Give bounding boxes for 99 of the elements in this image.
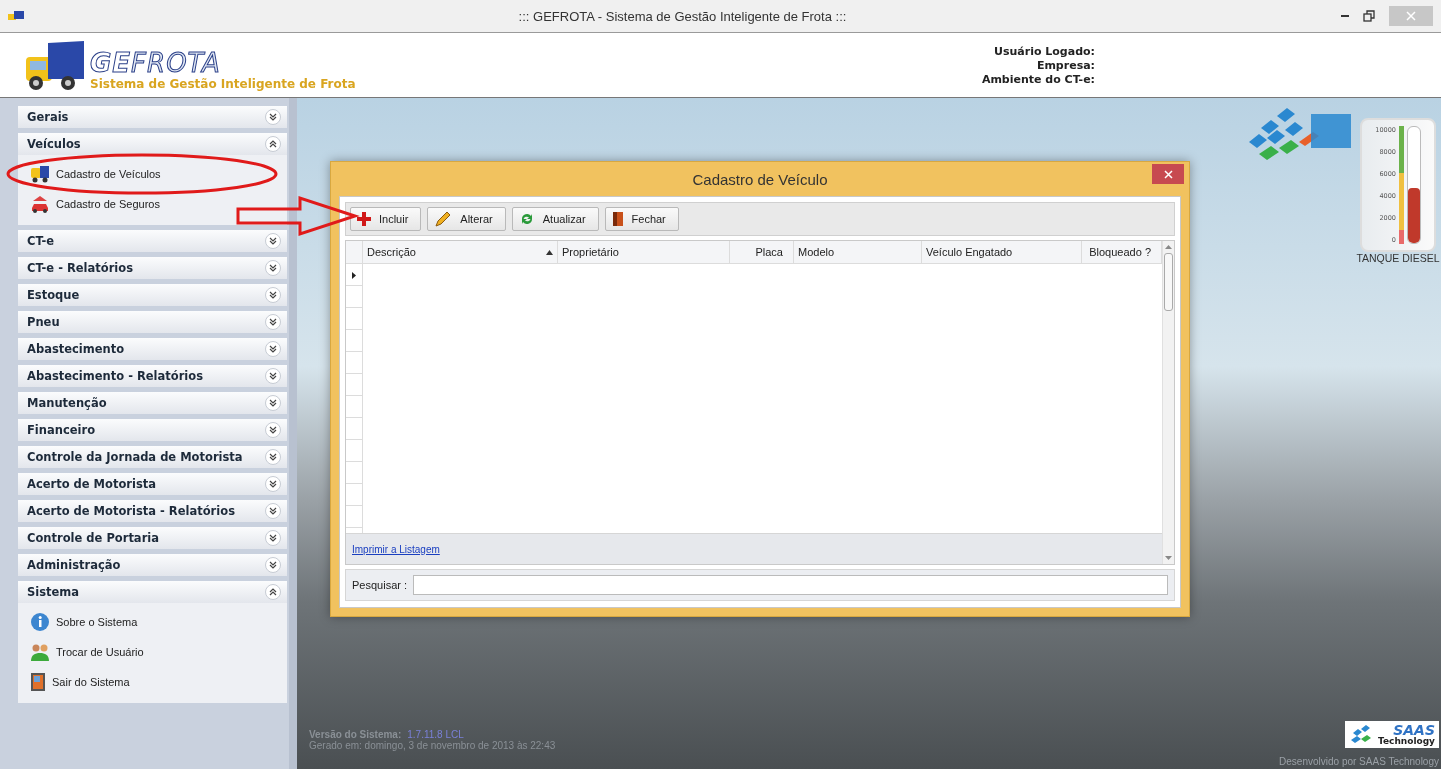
sort-ascending-icon [546,249,553,255]
dialog-title: Cadastro de Veículo [692,170,828,188]
sidebar-item[interactable]: Cadastro de Seguros [56,198,160,210]
column-header[interactable]: Proprietário [558,241,730,263]
credit-text: Desenvolvido por SAAS Technology [1279,756,1439,767]
scrollbar-thumb[interactable] [1164,253,1173,311]
restore-icon [1363,10,1375,22]
expand-icon[interactable] [269,372,277,380]
collapse-icon[interactable] [269,140,277,148]
scroll-up-icon[interactable] [1165,245,1172,249]
sidebar-group-header[interactable]: Acerto de Motorista [18,473,287,495]
toolbar-button[interactable]: Atualizar [511,207,599,231]
plus-icon [357,212,371,226]
expand-icon[interactable] [269,426,277,434]
group-label: Gerais [27,110,69,124]
expand-icon[interactable] [269,237,277,245]
expand-icon[interactable] [269,561,277,569]
column-header[interactable]: Descrição [363,241,558,263]
column-header[interactable]: Veículo Engatado [922,241,1082,263]
sidebar-group-header[interactable]: Abastecimento - Relatórios [18,365,287,387]
group-label: Controle da Jornada de Motorista [27,450,243,464]
group-label: Acerto de Motorista [27,477,157,491]
close-icon [1406,11,1416,21]
sidebar-group-header[interactable]: CT-e - Relatórios [18,257,287,279]
company-logo: SAAS Technology [1345,721,1439,748]
sidebar-group-header[interactable]: Veículos [18,133,287,155]
sidebar-group-header[interactable]: Financeiro [18,419,287,441]
sidebar-group-header[interactable]: Gerais [18,106,287,128]
group-label: Pneu [27,315,60,329]
search-label: Pesquisar : [352,579,408,591]
logo-wordmark: GEFROTA [90,49,222,77]
group-label: Estoque [27,288,80,302]
current-row-icon [352,271,356,279]
toolbar-button[interactable]: Incluir [350,207,422,231]
sidebar-group-header[interactable]: Controle de Portaria [18,527,287,549]
expand-icon[interactable] [269,399,277,407]
sidebar-group-header[interactable]: Manutenção [18,392,287,414]
group-label: Financeiro [27,423,96,437]
group-label: CT-e - Relatórios [27,261,134,275]
toolbar-button[interactable]: Alterar [427,207,506,231]
dialog-close-button[interactable] [1152,164,1184,184]
version-label: Versão do Sistema: [309,729,402,740]
users-icon [30,642,50,662]
sidebar-group-header[interactable]: CT-e [18,230,287,252]
sidebar-item[interactable]: Cadastro de Veículos [56,168,161,180]
expand-icon[interactable] [269,345,277,353]
group-label: Administração [27,558,121,572]
print-link[interactable]: Imprimir a Listagem [352,543,440,555]
window-title: ::: GEFROTA - Sistema de Gestão Inteligente de Frota ::: [518,8,847,24]
door-icon [611,211,624,227]
group-label: Sistema [27,585,80,599]
expand-icon[interactable] [269,291,277,299]
minimize-icon [1341,15,1349,17]
gauge-label: TANQUE DIESEL [1356,252,1440,264]
expand-icon[interactable] [269,480,277,488]
expand-icon[interactable] [269,534,277,542]
group-label: Abastecimento - Relatórios [27,369,204,383]
pencil-icon [434,210,453,228]
column-header[interactable]: Modelo [794,241,922,263]
version-number: 1.7.11.8 LCL [407,729,464,740]
user-info-label: Empresa: [1036,58,1095,72]
scroll-down-icon[interactable] [1165,556,1172,560]
sidebar-group-header[interactable]: Pneu [18,311,287,333]
sidebar-group-header[interactable]: Administração [18,554,287,576]
sidebar-group-header[interactable]: Controle da Jornada de Motorista [18,446,287,468]
search-field[interactable] [413,575,1168,595]
toolbar-button[interactable]: Fechar [604,207,679,231]
app-icon [8,11,24,21]
group-label: Manutenção [27,396,107,410]
car-icon [30,194,50,214]
exit-door-icon [30,672,46,692]
sidebar-item[interactable]: Trocar de Usuário [56,646,144,658]
group-label: CT-e [27,234,55,248]
expand-icon[interactable] [269,264,277,272]
group-label: Abastecimento [27,342,125,356]
restore-button[interactable] [1363,10,1375,22]
close-icon [1163,169,1173,179]
group-label: Acerto de Motorista - Relatórios [27,504,235,518]
sidebar-item[interactable]: Sobre o Sistema [56,616,138,628]
group-label: Veículos [27,137,81,151]
sidebar-group-header[interactable]: Estoque [18,284,287,306]
user-info-label: Usuário Logado: [994,44,1095,58]
expand-icon[interactable] [269,318,277,326]
sidebar-group-header[interactable]: Sistema [18,581,287,603]
group-label: Controle de Portaria [27,531,159,545]
info-icon [30,612,50,632]
expand-icon[interactable] [269,507,277,515]
truck-logo-icon [24,39,86,91]
sidebar-group-header[interactable]: Acerto de Motorista - Relatórios [18,500,287,522]
expand-icon[interactable] [269,113,277,121]
logo-subtitle: Sistema de Gestão Inteligente de Frota [90,77,356,91]
sidebar-group-header[interactable]: Abastecimento [18,338,287,360]
vertical-scrollbar[interactable] [1162,241,1174,564]
sidebar-item[interactable]: Sair do Sistema [52,676,130,688]
truck-icon [30,165,50,183]
user-info-label: Ambiente do CT-e: [981,72,1095,86]
column-header[interactable]: Placa [730,241,794,263]
expand-icon[interactable] [269,453,277,461]
collapse-icon[interactable] [269,588,277,596]
